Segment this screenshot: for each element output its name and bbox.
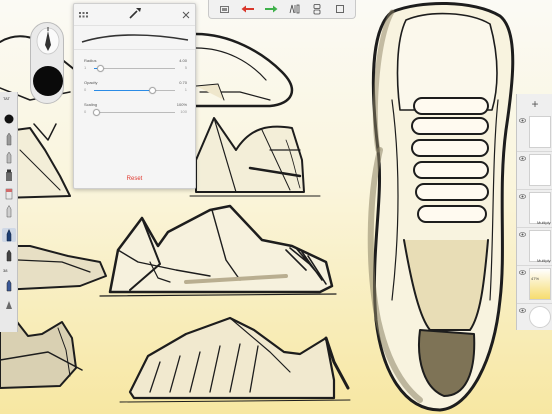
pen-icon xyxy=(36,27,60,55)
layer-row[interactable]: Multiply xyxy=(517,190,552,228)
fill-icon[interactable] xyxy=(2,298,16,312)
opacity-slider[interactable]: Opacity 0.70 0 1 xyxy=(80,80,189,102)
scaling-value: 100% xyxy=(176,102,187,107)
layer-row[interactable] xyxy=(517,114,552,152)
eraser-icon[interactable] xyxy=(2,186,16,200)
layer-blend-mode: Multiply xyxy=(537,220,551,225)
fineliner-icon[interactable] xyxy=(2,248,16,262)
left-toolbar: TAT 38 xyxy=(0,92,18,332)
layer-thumbnail[interactable] xyxy=(529,116,551,148)
opacity-label: Opacity xyxy=(84,80,98,85)
layer-row[interactable]: Multiply xyxy=(517,228,552,266)
layer-row[interactable] xyxy=(517,304,552,330)
text-tool-label[interactable]: TAT xyxy=(3,96,10,101)
layer-thumbnail[interactable] xyxy=(529,268,551,300)
eye-icon[interactable] xyxy=(519,308,526,313)
scaling-slider[interactable]: Scaling 100% 0 100 xyxy=(80,102,189,124)
radius-min: 1 xyxy=(84,65,87,70)
eye-icon[interactable] xyxy=(519,118,526,123)
fullscreen-icon[interactable] xyxy=(332,2,348,16)
pencil-icon[interactable] xyxy=(2,132,16,146)
opacity-fill xyxy=(94,90,153,91)
radius-label: Radius xyxy=(84,58,97,63)
add-layer-button[interactable]: + xyxy=(517,94,552,114)
opacity-value: 0.70 xyxy=(179,80,187,85)
brush-tool-icon[interactable] xyxy=(2,204,16,218)
ink-pen-icon[interactable] xyxy=(2,228,16,242)
opacity-max: 1 xyxy=(184,87,187,92)
layers-panel: + Multiply Multiply 47% xyxy=(516,94,552,330)
top-toolbar xyxy=(208,0,356,19)
layer-thumbnail[interactable] xyxy=(529,306,551,328)
marker-icon[interactable] xyxy=(2,168,16,182)
scaling-min: 0 xyxy=(84,109,87,114)
eye-icon[interactable] xyxy=(519,270,526,275)
layers-icon[interactable] xyxy=(309,2,325,16)
opacity-track[interactable] xyxy=(94,87,175,94)
radius-thumb[interactable] xyxy=(97,65,105,72)
close-icon[interactable] xyxy=(182,6,190,24)
gallery-icon[interactable] xyxy=(217,2,233,16)
layer-opacity: 47% xyxy=(531,276,540,281)
brush-size-label: 38 xyxy=(3,268,8,273)
layer-row[interactable]: 47% xyxy=(517,266,552,304)
eye-icon[interactable] xyxy=(519,232,526,237)
radius-max: 5 xyxy=(184,65,187,70)
layer-row[interactable] xyxy=(517,152,552,190)
opacity-min: 0 xyxy=(84,87,87,92)
color-puck[interactable] xyxy=(33,66,63,96)
scaling-thumb[interactable] xyxy=(92,109,100,116)
layer-thumbnail[interactable] xyxy=(529,154,551,186)
scaling-max: 100 xyxy=(180,109,187,114)
opacity-thumb[interactable] xyxy=(149,87,157,94)
eye-icon[interactable] xyxy=(519,156,526,161)
color-swatch-icon[interactable] xyxy=(2,112,16,126)
radius-value: 4.00 xyxy=(179,58,187,63)
eye-icon[interactable] xyxy=(519,194,526,199)
scaling-label: Scaling xyxy=(84,102,98,107)
brush-panel-header xyxy=(74,4,195,26)
radius-track[interactable] xyxy=(94,65,175,72)
smudge-icon[interactable] xyxy=(2,278,16,292)
radius-slider[interactable]: Radius 4.00 1 5 xyxy=(80,58,189,80)
undo-icon[interactable] xyxy=(240,2,256,16)
brush-properties-panel: Radius 4.00 1 5 Opacity 0.70 0 1 Scaling… xyxy=(73,3,196,189)
redo-icon[interactable] xyxy=(263,2,279,16)
scaling-track[interactable] xyxy=(92,109,175,116)
airbrush-icon[interactable] xyxy=(2,150,16,164)
brush-library-grid-icon[interactable] xyxy=(79,6,88,24)
brush-icon[interactable] xyxy=(128,6,142,24)
brush-stroke-preview xyxy=(74,26,195,50)
reset-button[interactable]: Reset xyxy=(74,176,195,182)
ruler-icon[interactable] xyxy=(286,2,302,16)
layer-blend-mode: Multiply xyxy=(537,258,551,263)
